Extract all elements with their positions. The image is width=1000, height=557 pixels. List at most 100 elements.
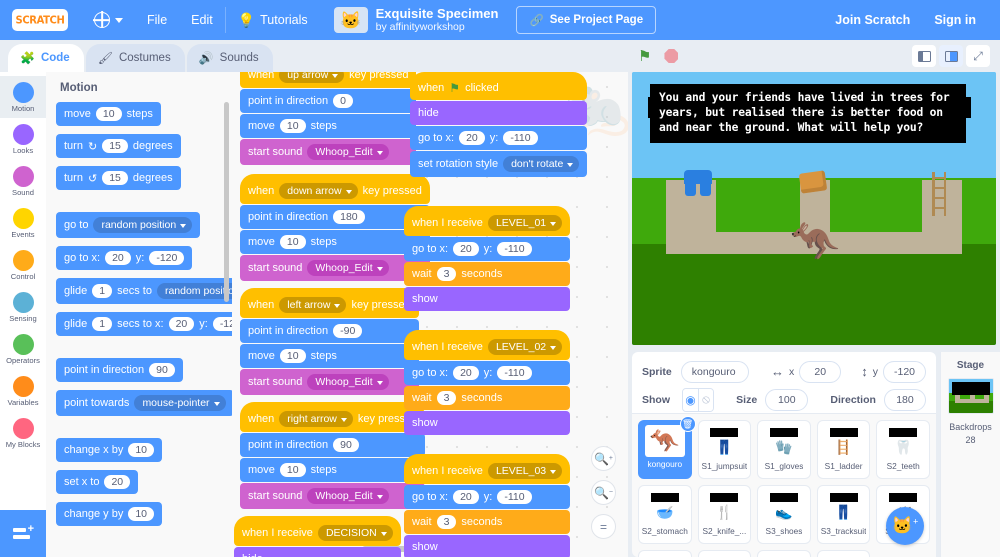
sign-in-button[interactable]: Sign in (922, 0, 988, 40)
block-dropdown[interactable]: down arrow (279, 183, 358, 199)
block-input-field[interactable]: -110 (503, 131, 538, 145)
script-block[interactable]: when right arrow key pressed (240, 402, 426, 432)
script-block[interactable]: move 10 steps (240, 114, 417, 138)
script-stack[interactable]: when I receive DECISION hide (234, 516, 401, 557)
block-input-field[interactable]: -110 (497, 490, 532, 504)
stage-selector-pane[interactable]: Stage Backdrops 28 (940, 352, 1000, 557)
x-input[interactable]: 20 (799, 360, 842, 383)
category-sensing[interactable]: Sensing (0, 286, 46, 328)
script-block[interactable]: move 10 steps (240, 230, 430, 254)
sprite-card[interactable]: 👖 S1_jumpsuit (697, 420, 752, 479)
script-block[interactable]: wait 3 seconds (404, 510, 571, 534)
block-input-field[interactable]: 10 (128, 507, 155, 521)
script-block[interactable]: start sound Whoop_Edit (240, 369, 419, 395)
block-input-field[interactable]: 0 (333, 94, 353, 108)
script-block[interactable]: wait 3 seconds (404, 262, 571, 286)
category-control[interactable]: Control (0, 244, 46, 286)
sprite-card[interactable]: 🥣 S2_stomach (638, 485, 692, 544)
palette-block[interactable]: go to random position (56, 212, 201, 238)
block-dropdown[interactable]: left arrow (279, 297, 347, 313)
block-dropdown[interactable]: right arrow (279, 411, 353, 427)
block-input-field[interactable]: 1 (92, 284, 113, 298)
zoom-out-button[interactable]: 🔍 − (591, 480, 616, 505)
script-block[interactable]: when down arrow key pressed (240, 174, 430, 204)
delete-sprite-icon[interactable]: 🗑 (679, 416, 696, 432)
file-menu[interactable]: File (135, 0, 179, 40)
zoom-reset-button[interactable]: = (591, 514, 616, 539)
green-flag-icon[interactable]: ⚑ (638, 49, 651, 64)
block-dropdown[interactable]: LEVEL_01 (487, 215, 563, 231)
category-operators[interactable]: Operators (0, 328, 46, 370)
script-block[interactable]: set rotation style don't rotate (410, 151, 588, 177)
sprite-card[interactable]: 👟 S3_shoes (757, 485, 811, 544)
palette-block[interactable]: move 10 steps (56, 102, 161, 126)
block-dropdown[interactable]: mouse-pointer (134, 395, 226, 411)
block-input-field[interactable]: 10 (95, 107, 122, 121)
sprite-card[interactable] (697, 550, 752, 557)
sprite-card[interactable] (816, 550, 871, 557)
palette-block[interactable]: turn ↻ 15 degrees (56, 134, 181, 158)
script-block[interactable]: when I receive LEVEL_01 (404, 206, 571, 236)
block-input-field[interactable]: 3 (436, 515, 457, 529)
block-dropdown[interactable]: up arrow (279, 72, 345, 83)
stop-sign-icon[interactable] (664, 49, 679, 63)
palette-block[interactable]: change y by 10 (56, 502, 163, 526)
large-stage-button[interactable] (939, 45, 963, 67)
stage[interactable]: 🦘 Learn to walk on two feet Develop stro… (632, 72, 996, 345)
palette-block[interactable]: turn ↺ 15 degrees (56, 166, 181, 190)
language-selector[interactable] (82, 0, 135, 40)
palette-block[interactable]: glide 1 secs to x: 20 y: -120 (56, 312, 232, 336)
script-stack[interactable]: when I receive LEVEL_03 go to x: 20 y: -110 wa… (404, 454, 571, 557)
palette-block[interactable]: point in direction 90 (56, 358, 183, 382)
block-input-field[interactable]: -90 (333, 324, 363, 338)
block-input-field[interactable]: 10 (279, 235, 306, 249)
block-dropdown[interactable]: DECISION (317, 525, 393, 541)
block-input-field[interactable]: 20 (453, 366, 479, 380)
direction-input[interactable]: 180 (883, 388, 926, 411)
zoom-in-button[interactable]: 🔍 + (591, 446, 616, 471)
scratch-logo[interactable]: SCRATCH (12, 9, 68, 31)
block-input-field[interactable]: 20 (105, 251, 131, 265)
block-input-field[interactable]: 10 (128, 443, 155, 457)
sprite-card[interactable]: 🗑 🦘 kongouro (638, 416, 696, 479)
palette-block[interactable]: set x to 20 (56, 470, 139, 494)
block-input-field[interactable]: 10 (279, 349, 306, 363)
block-input-field[interactable]: 20 (168, 317, 195, 331)
sprite-card[interactable]: 👖 S3_tracksuit (816, 485, 871, 544)
palette-block[interactable]: go to x: 20 y: -120 (56, 246, 193, 270)
add-sprite-button[interactable]: 🐱+ (886, 507, 924, 545)
script-stack[interactable]: when ⚑ clicked hide go to x: 20 y: -110 set rota… (410, 72, 588, 178)
block-dropdown[interactable]: Whoop_Edit (307, 260, 389, 276)
script-block[interactable]: point in direction -90 (240, 319, 419, 343)
block-input-field[interactable]: 180 (333, 210, 365, 224)
script-block[interactable]: move 10 steps (240, 458, 426, 482)
sprite-card[interactable]: 🍴 S2_knife_... (697, 485, 752, 544)
stage-thumbnail[interactable] (947, 378, 994, 414)
script-block[interactable]: when left arrow key pressed (240, 288, 419, 318)
palette-block[interactable]: change x by 10 (56, 438, 163, 462)
script-block[interactable]: point in direction 180 (240, 205, 430, 229)
fullscreen-button[interactable]: ⤢ (966, 45, 990, 67)
block-input-field[interactable]: 20 (459, 131, 485, 145)
category-sound[interactable]: Sound (0, 160, 46, 202)
y-input[interactable]: -120 (882, 360, 926, 383)
script-block[interactable]: show (404, 287, 571, 311)
join-scratch-button[interactable]: Join Scratch (823, 0, 922, 40)
script-block[interactable]: go to x: 20 y: -110 (404, 485, 571, 509)
palette-block[interactable]: glide 1 secs to random position (56, 278, 232, 304)
size-input[interactable]: 100 (765, 388, 809, 411)
category-motion[interactable]: Motion (0, 76, 46, 118)
block-dropdown[interactable]: don't rotate (503, 156, 580, 172)
see-project-page-button[interactable]: 🔗 See Project Page (516, 6, 657, 34)
sprite-card[interactable]: 🧤 S1_gloves (757, 420, 811, 479)
block-dropdown[interactable]: Whoop_Edit (307, 144, 389, 160)
sprite-card[interactable] (757, 550, 811, 557)
sprite-card[interactable] (638, 550, 692, 557)
script-block[interactable]: go to x: 20 y: -110 (404, 237, 571, 261)
block-input-field[interactable]: 1 (92, 317, 113, 331)
block-dropdown[interactable]: random position (93, 217, 193, 233)
script-block[interactable]: go to x: 20 y: -110 (404, 361, 571, 385)
block-input-field[interactable]: 90 (149, 363, 175, 377)
script-block[interactable]: start sound Whoop_Edit (240, 255, 430, 281)
tab-sounds[interactable]: 🔊 Sounds (186, 44, 273, 72)
